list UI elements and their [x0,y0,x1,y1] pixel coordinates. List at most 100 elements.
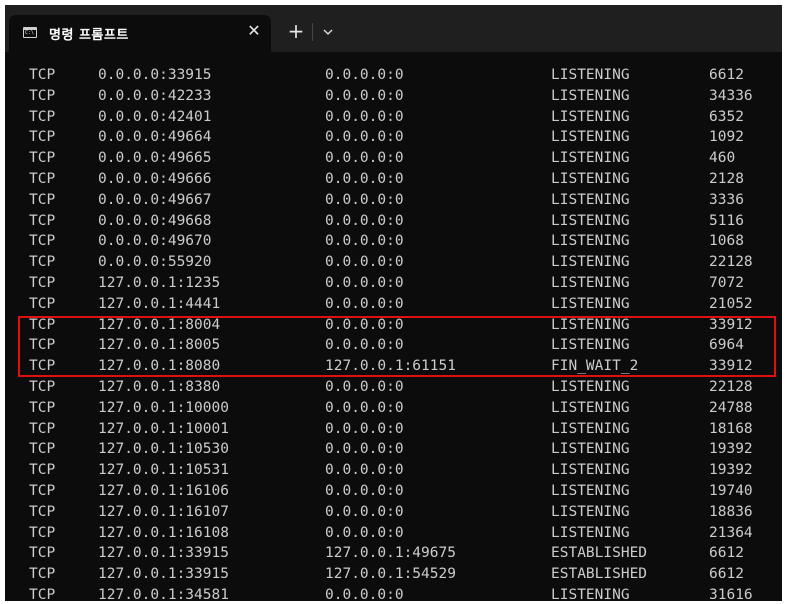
connection-row: TCP 0.0.0.0:49665 0.0.0.0:0 LISTENING 460 [5,148,782,169]
local-address-cell: 0.0.0.0:33915 [98,67,212,83]
state-cell: LISTENING [551,233,630,250]
local-address-cell: 127.0.0.1:16108 [98,524,229,541]
terminal-window: C:\ 명령 프롬프트 ✕ + TCP 0.0.0.0:33915 0.0.0.0:… [5,5,782,601]
connection-row: TCP 127.0.0.1:1235 0.0.0.0:0 LISTENING 7072 [5,273,782,294]
connection-row: TCP 0.0.0.0:42401 0.0.0.0:0 LISTENING 6352 [5,107,782,128]
pid-cell: 21052 [709,295,753,312]
pid-cell: 1068 [709,233,744,250]
connection-row: TCP 127.0.0.1:10000 0.0.0.0:0 LISTENING 2478… [5,398,782,419]
chevron-down-icon[interactable] [319,23,337,41]
state-cell: LISTENING [551,524,630,541]
local-address-cell: 127.0.0.1:4441 [98,295,221,312]
close-icon[interactable]: ✕ [243,20,265,42]
foreign-address-cell: 0.0.0.0:0 [325,503,404,520]
local-address-cell: 127.0.0.1:33915 [98,566,229,583]
proto-cell: TCP [29,399,56,416]
proto-cell: TCP [29,587,56,601]
connection-row: TCP 0.0.0.0:33915 0.0.0.0:0 LISTENING 6612 [5,65,782,86]
proto-cell: TCP [29,67,56,83]
foreign-address-cell: 0.0.0.0:0 [325,379,404,395]
foreign-address-cell: 0.0.0.0:0 [325,254,404,271]
connection-row: TCP 127.0.0.1:10530 0.0.0.0:0 LISTENING 1939… [5,439,782,460]
local-address-cell: 0.0.0.0:49666 [98,171,212,187]
local-address-cell: 127.0.0.1:10530 [98,441,229,458]
connection-row: TCP 127.0.0.1:16106 0.0.0.0:0 LISTENING 1974… [5,481,782,502]
state-cell: LISTENING [551,87,630,104]
local-address-cell: 127.0.0.1:33915 [98,545,229,562]
pid-cell: 5116 [709,212,744,229]
foreign-address-cell: 0.0.0.0:0 [325,295,404,312]
foreign-address-cell: 0.0.0.0:0 [325,524,404,541]
foreign-address-cell: 0.0.0.0:0 [325,233,404,250]
local-address-cell: 127.0.0.1:34581 [98,587,229,601]
local-address-cell: 0.0.0.0:49664 [98,129,212,146]
foreign-address-cell: 0.0.0.0:0 [325,67,404,83]
state-cell: LISTENING [551,295,630,312]
foreign-address-cell: 0.0.0.0:0 [325,441,404,458]
proto-cell: TCP [29,191,56,208]
proto-cell: TCP [29,566,56,583]
state-cell: LISTENING [551,254,630,271]
foreign-address-cell: 0.0.0.0:0 [325,587,404,601]
state-cell: LISTENING [551,379,630,395]
proto-cell: TCP [29,233,56,250]
local-address-cell: 0.0.0.0:49670 [98,233,212,250]
pid-cell: 22128 [709,254,753,271]
tab-divider [312,23,313,41]
state-cell: LISTENING [551,420,630,437]
foreign-address-cell: 0.0.0.0:0 [325,212,404,229]
local-address-cell: 0.0.0.0:49668 [98,212,212,229]
pid-cell: 3336 [709,191,744,208]
connection-row: TCP 127.0.0.1:8380 0.0.0.0:0 LISTENING 22128 [5,377,782,398]
pid-cell: 22128 [709,379,753,395]
state-cell: LISTENING [551,212,630,229]
local-address-cell: 127.0.0.1:10001 [98,420,229,437]
connection-row: TCP 0.0.0.0:49666 0.0.0.0:0 LISTENING 2128 [5,169,782,190]
highlight-box [18,316,776,377]
connection-row: TCP 127.0.0.1:16108 0.0.0.0:0 LISTENING 2136… [5,523,782,544]
local-address-cell: 0.0.0.0:49665 [98,150,212,167]
local-address-cell: 127.0.0.1:16106 [98,483,229,499]
connection-row: TCP 127.0.0.1:34581 0.0.0.0:0 LISTENING 3161… [5,585,782,601]
state-cell: LISTENING [551,191,630,208]
local-address-cell: 0.0.0.0:55920 [98,254,212,271]
local-address-cell: 127.0.0.1:10531 [98,462,229,479]
state-cell: LISTENING [551,150,630,167]
foreign-address-cell: 0.0.0.0:0 [325,483,404,499]
foreign-address-cell: 0.0.0.0:0 [325,420,404,437]
state-cell: LISTENING [551,171,630,187]
pid-cell: 6612 [709,545,744,562]
proto-cell: TCP [29,524,56,541]
tab-command-prompt[interactable]: C:\ 명령 프롬프트 ✕ [9,15,271,52]
local-address-cell: 127.0.0.1:16107 [98,503,229,520]
local-address-cell: 0.0.0.0:42233 [98,87,212,104]
command-prompt-icon: C:\ [23,27,37,38]
connection-row: TCP 127.0.0.1:10001 0.0.0.0:0 LISTENING 1816… [5,419,782,440]
pid-cell: 19740 [709,483,753,499]
proto-cell: TCP [29,275,56,291]
pid-cell: 19392 [709,441,753,458]
connection-row: TCP 0.0.0.0:49664 0.0.0.0:0 LISTENING 1092 [5,127,782,148]
connection-row: TCP 127.0.0.1:33915 127.0.0.1:49675 ESTABLI… [5,543,782,564]
connection-row: TCP 0.0.0.0:49667 0.0.0.0:0 LISTENING 3336 [5,190,782,211]
connection-row: TCP 0.0.0.0:49668 0.0.0.0:0 LISTENING 5116 [5,211,782,232]
pid-cell: 1092 [709,129,744,146]
state-cell: LISTENING [551,275,630,291]
local-address-cell: 127.0.0.1:10000 [98,399,229,416]
connection-row: TCP 0.0.0.0:42233 0.0.0.0:0 LISTENING 34336 [5,86,782,107]
foreign-address-cell: 0.0.0.0:0 [325,87,404,104]
state-cell: LISTENING [551,441,630,458]
new-tab-button[interactable]: + [285,21,307,43]
pid-cell: 19392 [709,462,753,479]
proto-cell: TCP [29,462,56,479]
state-cell: LISTENING [551,483,630,499]
state-cell: LISTENING [551,399,630,416]
pid-cell: 7072 [709,275,744,291]
connection-row: TCP 0.0.0.0:55920 0.0.0.0:0 LISTENING 22128 [5,252,782,273]
foreign-address-cell: 0.0.0.0:0 [325,129,404,146]
state-cell: LISTENING [551,462,630,479]
local-address-cell: 0.0.0.0:42401 [98,108,212,125]
connection-row: TCP 127.0.0.1:16107 0.0.0.0:0 LISTENING 1883… [5,502,782,523]
foreign-address-cell: 0.0.0.0:0 [325,399,404,416]
state-cell: LISTENING [551,503,630,520]
